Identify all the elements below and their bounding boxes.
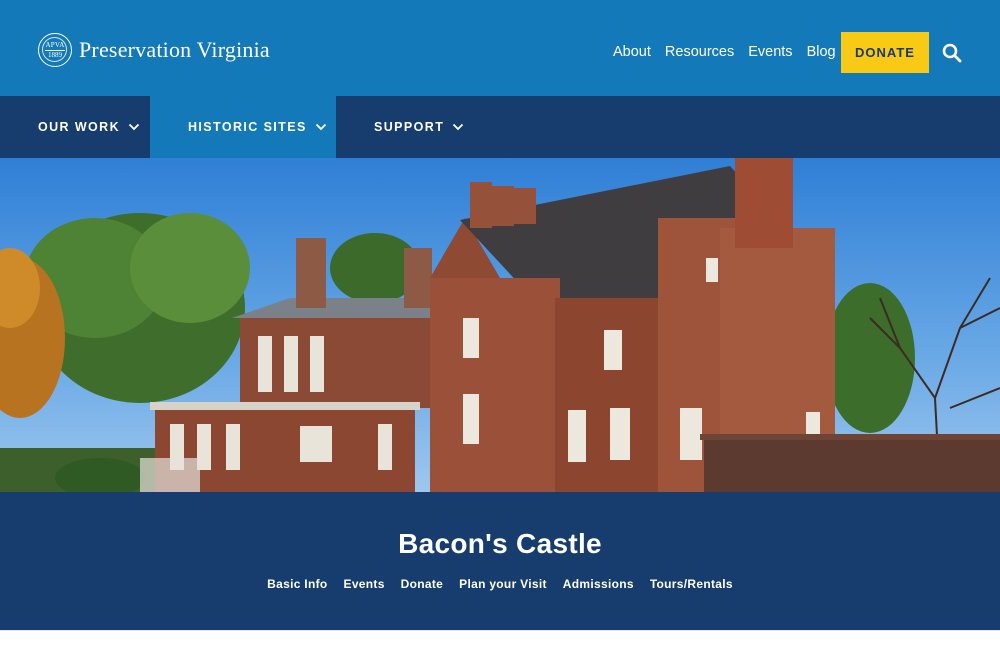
- subnav-events[interactable]: Events: [344, 577, 385, 591]
- subnav-donate[interactable]: Donate: [401, 577, 443, 591]
- chevron-down-icon: [453, 123, 464, 131]
- page-title: Bacon's Castle: [398, 528, 602, 559]
- utility-link-about[interactable]: About: [613, 44, 651, 61]
- chevron-down-icon: [315, 123, 326, 131]
- utility-nav: About Resources Events Blog: [613, 44, 850, 61]
- nav-item-label: HISTORIC SITES: [188, 120, 307, 134]
- nav-item-historic-sites[interactable]: HISTORIC SITES: [150, 96, 336, 158]
- nav-item-label: OUR WORK: [38, 120, 121, 134]
- donate-button[interactable]: DONATE: [841, 32, 929, 73]
- content-area: [0, 630, 1000, 658]
- site-logo[interactable]: APVA 1889 Preservation Virginia: [38, 33, 270, 67]
- hero-image: [0, 158, 1000, 492]
- site-name: Preservation Virginia: [79, 37, 270, 62]
- nav-item-support[interactable]: SUPPORT: [336, 96, 486, 158]
- page-title-band: [0, 492, 1000, 630]
- site-header: APVA 1889 Preservation Virginia About Re…: [0, 0, 1000, 96]
- search-icon[interactable]: [942, 43, 962, 63]
- site-subnav: Basic Info Events Donate Plan your Visit…: [0, 577, 1000, 591]
- nav-item-label: SUPPORT: [374, 120, 445, 134]
- subnav-admissions[interactable]: Admissions: [563, 577, 634, 591]
- nav-item-our-work[interactable]: OUR WORK: [0, 96, 150, 158]
- apva-seal-logo: APVA 1889: [38, 33, 72, 67]
- chevron-down-icon: [128, 123, 140, 131]
- utility-link-resources[interactable]: Resources: [665, 44, 734, 61]
- subnav-tours-rentals[interactable]: Tours/Rentals: [650, 577, 733, 591]
- utility-link-blog[interactable]: Blog: [807, 44, 836, 61]
- subnav-plan-your-visit[interactable]: Plan your Visit: [459, 577, 547, 591]
- utility-link-events[interactable]: Events: [748, 44, 792, 61]
- main-nav: OUR WORK HISTORIC SITES SUPPORT: [0, 96, 1000, 158]
- subnav-basic-info[interactable]: Basic Info: [267, 577, 327, 591]
